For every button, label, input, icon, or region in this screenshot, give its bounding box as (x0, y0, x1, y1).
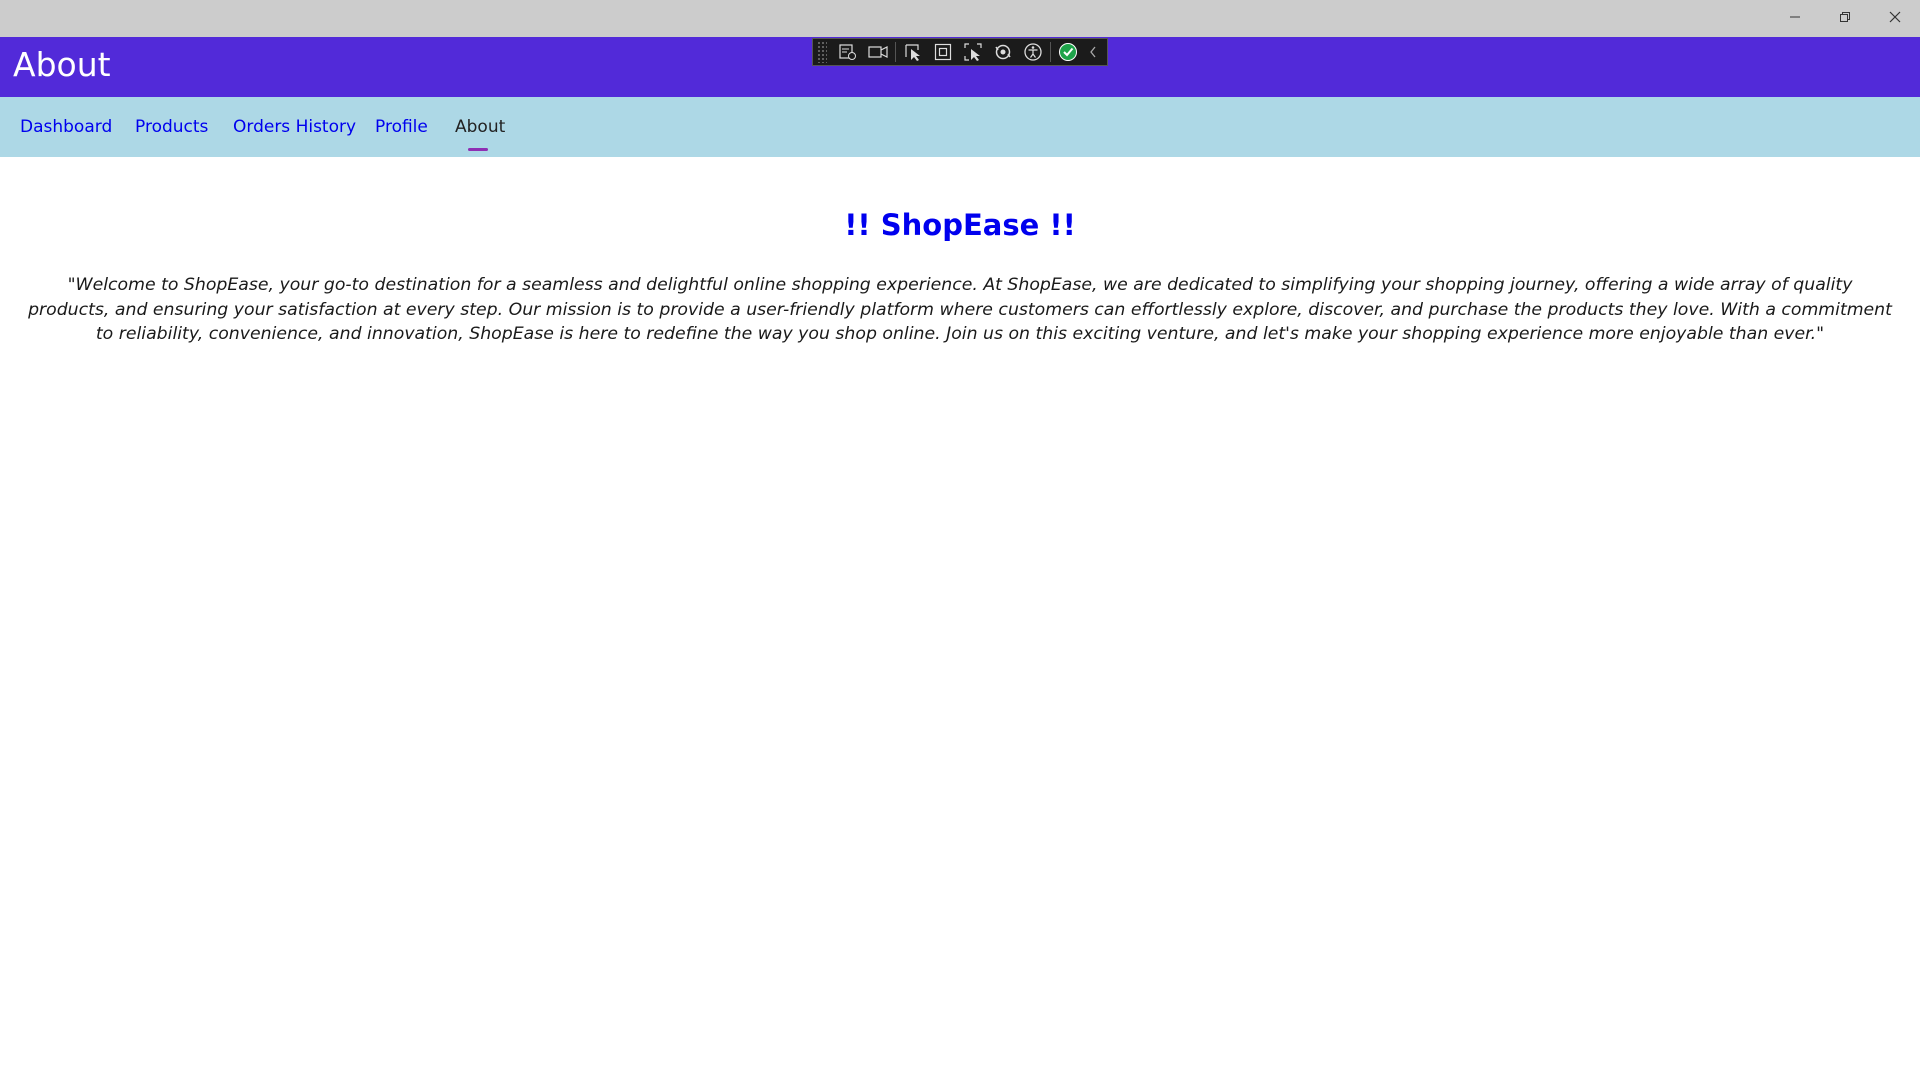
nav-item-orders-history[interactable]: Orders History (233, 117, 356, 137)
nav-item-dashboard[interactable]: Dashboard (20, 117, 112, 137)
accessibility-button[interactable] (1018, 39, 1048, 65)
grip-icon[interactable] (817, 41, 827, 63)
window-titlebar (0, 0, 1920, 37)
hot-reload-button[interactable] (988, 39, 1018, 65)
select-element-button[interactable] (898, 39, 928, 65)
live-visual-tree-button[interactable] (833, 39, 863, 65)
display-layout-adorners-icon (933, 42, 953, 62)
display-layout-adorners-button[interactable] (928, 39, 958, 65)
close-button[interactable] (1870, 0, 1920, 34)
track-focus-icon (963, 42, 983, 62)
accessibility-check-button[interactable] (1053, 39, 1083, 65)
restore-icon (1839, 11, 1851, 23)
accessibility-icon (1023, 42, 1043, 62)
nav-bar: Dashboard Products Orders History Profil… (0, 97, 1920, 157)
collapse-toolbar-button[interactable] (1083, 39, 1103, 65)
brand-heading: !! ShopEase !! (0, 208, 1920, 242)
close-icon (1889, 11, 1901, 23)
record-button[interactable] (863, 39, 893, 65)
minimize-button[interactable] (1770, 0, 1820, 34)
minimize-icon (1789, 11, 1801, 23)
window-controls (1770, 0, 1920, 37)
nav-item-products[interactable]: Products (135, 117, 208, 137)
about-description: "Welcome to ShopEase, your go-to destina… (25, 273, 1895, 347)
active-tab-indicator (468, 148, 488, 151)
accessibility-check-icon (1058, 42, 1078, 62)
toolbar-separator (895, 42, 896, 62)
nav-item-profile[interactable]: Profile (375, 117, 428, 137)
restore-button[interactable] (1820, 0, 1870, 34)
xaml-debug-toolbar (812, 38, 1108, 66)
select-element-icon (903, 42, 923, 62)
page-title: About (13, 41, 111, 89)
hot-reload-icon (993, 42, 1013, 62)
toolbar-separator (1050, 42, 1051, 62)
live-visual-tree-icon (838, 43, 858, 61)
record-icon (867, 44, 889, 60)
collapse-icon (1088, 45, 1098, 59)
track-focus-button[interactable] (958, 39, 988, 65)
nav-item-about[interactable]: About (455, 117, 505, 137)
